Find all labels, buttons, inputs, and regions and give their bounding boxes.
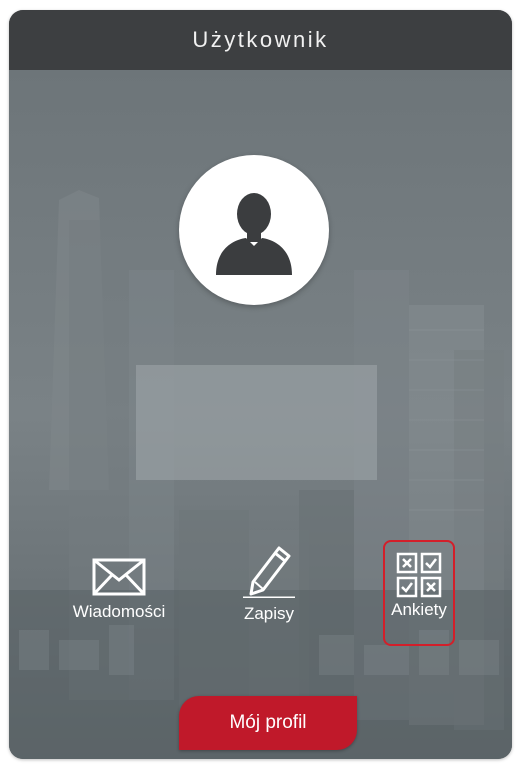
signups-label: Zapisy xyxy=(243,604,295,623)
card-title: Użytkownik xyxy=(192,27,329,52)
user-silhouette-icon xyxy=(216,193,292,275)
survey-checklist-icon xyxy=(396,552,442,598)
messages-button[interactable]: Wiadomości xyxy=(66,558,172,622)
my-profile-button[interactable]: Mój profil xyxy=(179,696,357,750)
signups-button[interactable]: Zapisy xyxy=(224,538,314,624)
card-header: Użytkownik xyxy=(9,10,512,70)
user-name-placeholder xyxy=(136,365,377,480)
surveys-button[interactable]: Ankiety xyxy=(383,540,455,646)
envelope-icon xyxy=(92,558,146,596)
user-card: Użytkownik Wiadomości Zapisy Ankiety Mój… xyxy=(9,10,512,759)
avatar xyxy=(179,155,329,305)
pencil-icon xyxy=(243,546,295,598)
messages-label: Wiadomości xyxy=(72,602,166,621)
surveys-label: Ankiety xyxy=(391,600,447,619)
